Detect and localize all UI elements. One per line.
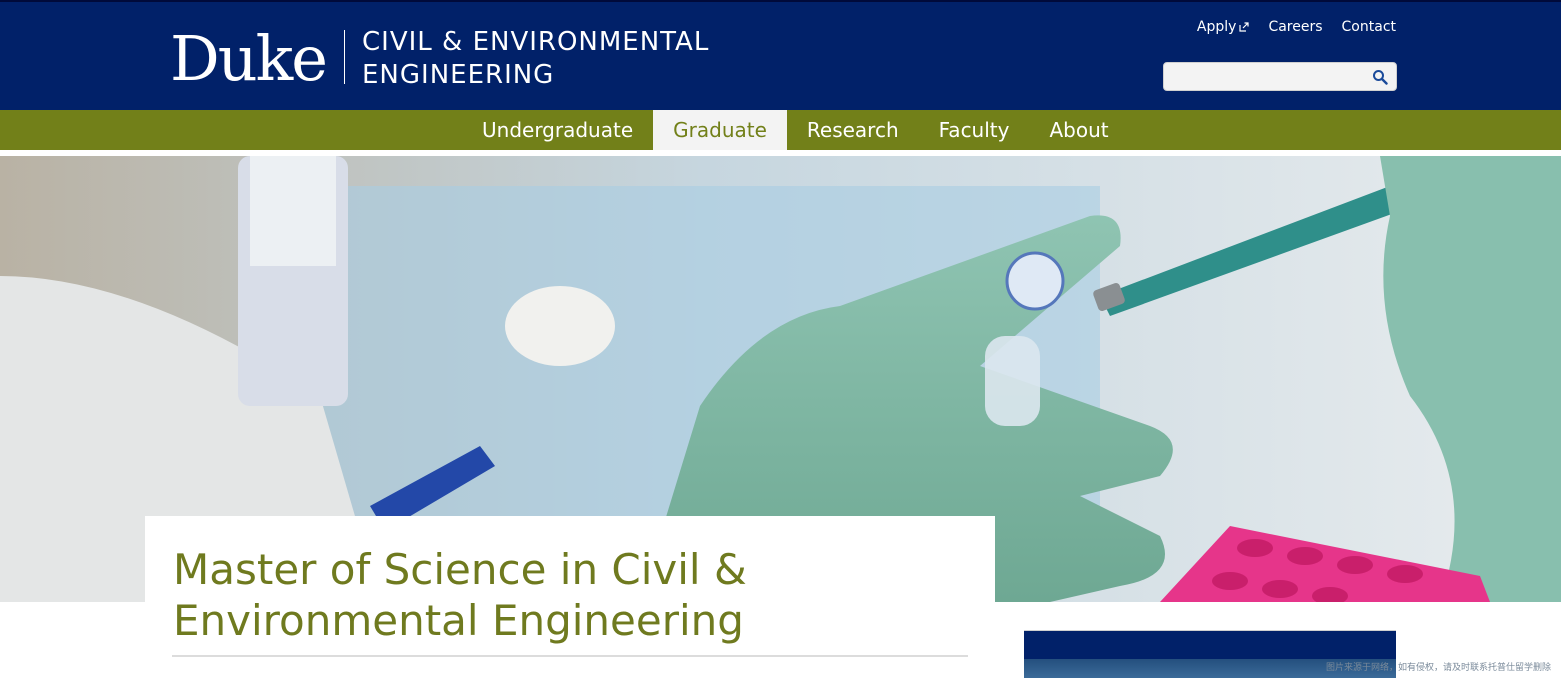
logo-divider (344, 30, 345, 84)
search-input[interactable] (1164, 63, 1364, 90)
nav-item-graduate[interactable]: Graduate (653, 110, 787, 150)
nav-item-faculty[interactable]: Faculty (919, 110, 1030, 150)
search-icon[interactable] (1372, 69, 1388, 85)
page-title: Master of Science in Civil & Environment… (173, 545, 747, 645)
department-line-2: ENGINEERING (362, 60, 555, 90)
main-nav: Undergraduate Graduate Research Faculty … (0, 110, 1561, 150)
utility-nav: Apply Careers Contact (1197, 19, 1396, 35)
page-title-box: Master of Science in Civil & Environment… (145, 516, 995, 678)
department-line-1: CIVIL & ENVIRONMENTAL (362, 27, 710, 57)
department-name[interactable]: CIVIL & ENVIRONMENTAL ENGINEERING (362, 26, 709, 92)
external-link-icon (1239, 22, 1250, 32)
duke-logo[interactable]: Duke (170, 24, 328, 94)
site-header: Duke CIVIL & ENVIRONMENTAL ENGINEERING A… (0, 0, 1561, 110)
apply-link-label: Apply (1196, 19, 1237, 35)
nav-item-research[interactable]: Research (787, 110, 919, 150)
careers-link[interactable]: Careers (1268, 19, 1322, 35)
contact-link[interactable]: Contact (1342, 19, 1396, 35)
apply-link[interactable]: Apply (1197, 19, 1250, 35)
nav-item-undergraduate[interactable]: Undergraduate (462, 110, 653, 150)
nav-item-about[interactable]: About (1029, 110, 1128, 150)
search-box (1163, 62, 1397, 91)
watermark-text: 图片来源于网络，如有侵权，请及时联系托普仕留学删除 (1325, 663, 1551, 673)
title-divider (172, 655, 968, 657)
